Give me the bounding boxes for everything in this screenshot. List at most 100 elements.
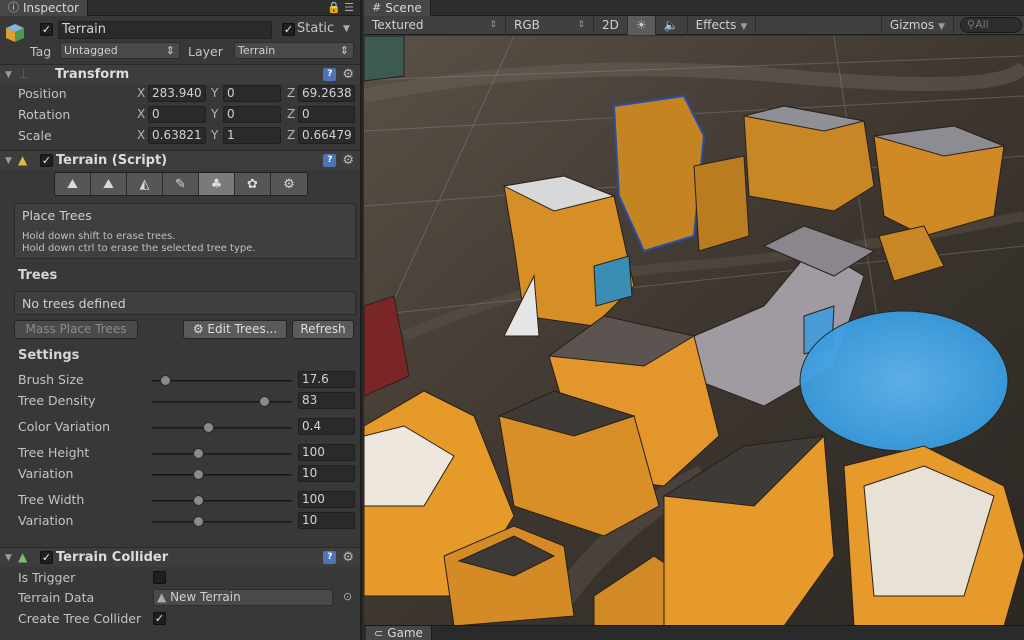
active-checkbox[interactable]: ✓ (40, 23, 53, 36)
position-z-field[interactable]: 69.2638 (298, 85, 355, 102)
inspector-tab[interactable]: ⓘ Inspector (0, 0, 88, 16)
scale-y-field[interactable]: 1 (223, 127, 281, 144)
gear-icon[interactable]: ⚙ (342, 68, 354, 81)
slider-label: Variation (18, 513, 74, 528)
layer-dropdown[interactable]: Terrain ⇕ (234, 42, 354, 59)
mass-place-trees-button[interactable]: Mass Place Trees (14, 320, 138, 339)
slider-track[interactable] (152, 401, 292, 403)
scale-z-field[interactable]: 0.66479 (298, 127, 355, 144)
transform-header[interactable]: ▼ ⊥ Transform ? ⚙ (0, 64, 360, 84)
axis-x-label: X (137, 107, 146, 121)
raise-terrain-icon[interactable]: ⛰ (55, 173, 91, 195)
scale-x-field[interactable]: 0.63821 (148, 127, 206, 144)
terrain-settings-icon[interactable]: ⚙ (271, 173, 307, 195)
color-mode-dropdown[interactable]: RGB ⇕ (506, 15, 594, 35)
position-label: Position (18, 86, 67, 101)
layer-value: Terrain (238, 44, 276, 57)
lighting-toggle-icon[interactable]: ☀ (627, 15, 656, 35)
rotation-x-field[interactable]: 0 (148, 106, 206, 123)
object-name-field[interactable]: Terrain (58, 21, 272, 39)
paint-height-icon[interactable]: ⛰ (91, 173, 127, 195)
smooth-height-icon[interactable]: ◭ (127, 173, 163, 195)
edit-trees-button[interactable]: ⚙ Edit Trees... (183, 320, 287, 339)
slider-track[interactable] (152, 474, 292, 476)
terrain-data-field[interactable]: ▲ New Terrain (153, 589, 333, 606)
slider-track[interactable] (152, 521, 292, 523)
create-tree-collider-checkbox[interactable]: ✓ (153, 612, 166, 625)
terrain-collider-enabled-checkbox[interactable]: ✓ (40, 551, 53, 564)
foldout-triangle-icon[interactable]: ▼ (5, 70, 12, 80)
position-x-field[interactable]: 283.940 (148, 85, 206, 102)
object-picker-icon[interactable]: ⊙ (343, 590, 352, 603)
terrain-icon: ▲ (18, 153, 28, 167)
slider-value-field[interactable]: 100 (298, 444, 355, 461)
slider-value-field[interactable]: 100 (298, 491, 355, 508)
game-tab[interactable]: ⊂ Game (366, 626, 432, 640)
help-icon[interactable]: ? (323, 154, 337, 167)
slider-value-field[interactable]: 17.6 (298, 371, 355, 388)
help-icon[interactable]: ? (323, 68, 337, 81)
axis-y-label: Y (211, 86, 219, 100)
slider-value-field[interactable]: 0.4 (298, 418, 355, 435)
lock-icon[interactable]: 🔒 ☰ (327, 1, 354, 14)
scene-panel: # Scene Textured ⇕ RGB ⇕ 2D ☀ 🔈 Effects ▼ G… (364, 0, 1024, 640)
chevron-down-icon: ⇕ (577, 19, 585, 30)
paint-texture-icon[interactable]: ✎ (163, 173, 199, 195)
render-mode-dropdown[interactable]: Textured ⇕ (364, 15, 506, 35)
chevron-updown-icon: ⇕ (165, 44, 175, 57)
terrain-data-value: New Terrain (170, 590, 241, 604)
scene-viewport[interactable] (364, 35, 1024, 627)
static-dropdown-icon[interactable]: ▼ (343, 24, 350, 34)
game-tab-label: Game (387, 626, 423, 640)
slider-track[interactable] (152, 453, 292, 455)
position-y-field[interactable]: 0 (223, 85, 281, 102)
slider-handle[interactable] (193, 469, 205, 480)
paint-details-icon[interactable]: ✿ (235, 173, 271, 195)
settings-heading: Settings (18, 348, 80, 363)
terrain-script-enabled-checkbox[interactable]: ✓ (40, 154, 53, 167)
gear-icon[interactable]: ⚙ (342, 154, 354, 167)
trees-list[interactable]: No trees defined (14, 291, 356, 315)
foldout-triangle-icon[interactable]: ▼ (5, 156, 12, 166)
rotation-y-field[interactable]: 0 (223, 106, 281, 123)
2d-toggle[interactable]: 2D (594, 15, 628, 35)
static-checkbox[interactable]: ✓ (282, 23, 295, 36)
terrain-script-header[interactable]: ▼ ▲ ✓ Terrain (Script) ? ⚙ (0, 150, 360, 170)
scene-tab-label: Scene (385, 1, 422, 15)
slider-value-field[interactable]: 10 (298, 465, 355, 482)
scene-tab[interactable]: # Scene (364, 0, 431, 16)
static-label: Static (297, 21, 335, 36)
slider-track[interactable] (152, 380, 292, 382)
gizmos-dropdown[interactable]: Gizmos ▼ (880, 15, 954, 35)
slider-label: Brush Size (18, 372, 84, 387)
effects-dropdown[interactable]: Effects ▼ (688, 15, 757, 35)
audio-toggle-icon[interactable]: 🔈 (656, 15, 688, 35)
help-icon[interactable]: ? (323, 551, 337, 564)
tag-value: Untagged (64, 44, 118, 57)
slider-handle[interactable] (193, 516, 205, 527)
tool-info-title: Place Trees (22, 208, 92, 223)
rotation-z-field[interactable]: 0 (298, 106, 355, 123)
slider-track[interactable] (152, 500, 292, 502)
scene-search-input[interactable]: ⚲All (960, 17, 1022, 33)
slider-handle[interactable] (259, 396, 270, 407)
color-mode-value: RGB (514, 17, 540, 32)
slider-handle[interactable] (159, 375, 171, 386)
place-trees-icon[interactable]: ♣ (199, 173, 235, 195)
slider-value-field[interactable]: 10 (298, 512, 355, 529)
slider-handle[interactable] (193, 495, 205, 506)
is-trigger-checkbox[interactable] (153, 571, 166, 584)
scene-toolbar: Textured ⇕ RGB ⇕ 2D ☀ 🔈 Effects ▼ Gizmos ▼ (364, 15, 1024, 35)
slider-value-field[interactable]: 83 (298, 392, 355, 409)
transform-title: Transform (55, 67, 130, 82)
slider-handle[interactable] (193, 448, 205, 459)
tool-info-box: Place Trees Hold down shift to erase tre… (14, 203, 356, 259)
tag-dropdown[interactable]: Untagged ⇕ (60, 42, 180, 59)
slider-handle[interactable] (203, 422, 214, 433)
refresh-button[interactable]: Refresh (292, 320, 354, 339)
gear-icon[interactable]: ⚙ (342, 551, 354, 564)
slider-track[interactable] (152, 427, 292, 429)
terrain-collider-header[interactable]: ▼ ▲ ✓ Terrain Collider ? ⚙ (0, 547, 360, 567)
axis-x-label: X (137, 86, 146, 100)
foldout-triangle-icon[interactable]: ▼ (5, 553, 12, 563)
